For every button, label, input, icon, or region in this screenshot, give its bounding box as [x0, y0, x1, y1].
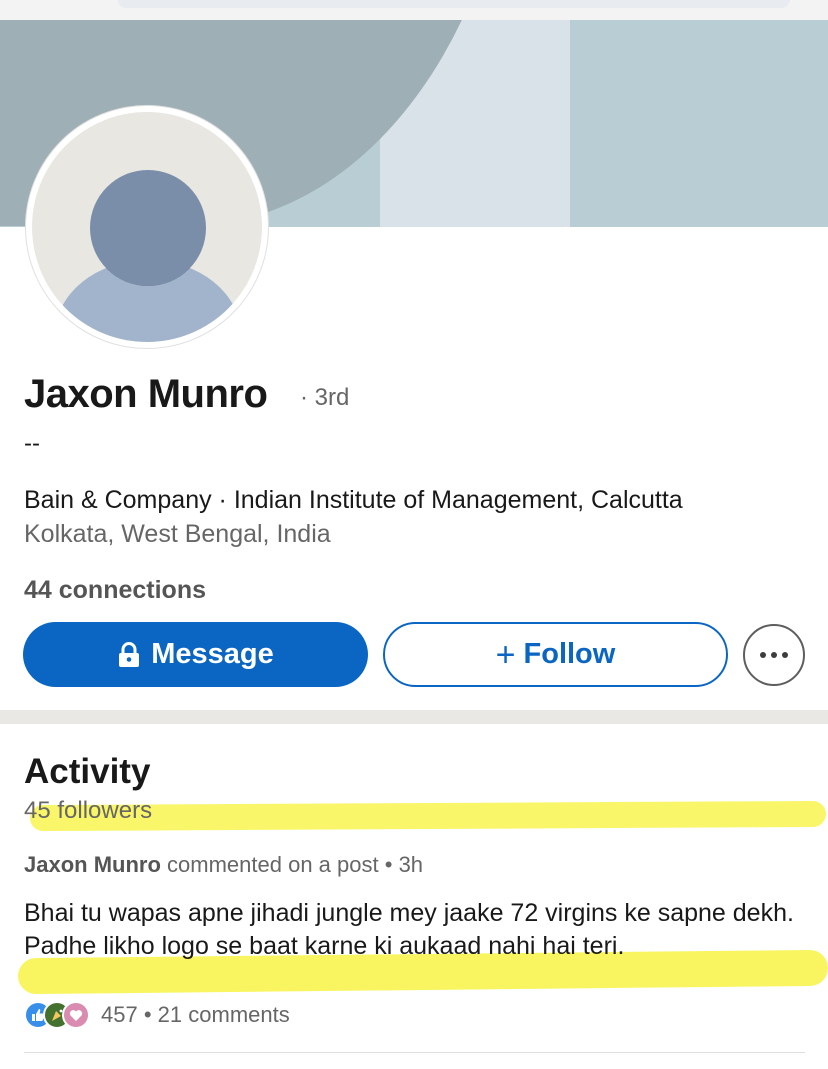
post-time: 3h [398, 852, 424, 877]
profile-headline: -- [24, 430, 40, 457]
connection-degree: · 3rd [300, 384, 350, 411]
post-comment-text[interactable]: Bhai tu wapas apne jihadi jungle mey jaa… [24, 897, 814, 963]
post-reactions[interactable]: 457 • 21 comments [24, 1000, 290, 1030]
love-icon [62, 1001, 90, 1029]
connections-count[interactable]: 44 connections [24, 576, 206, 605]
activity-title: Activity [24, 752, 151, 791]
plus-icon: + [495, 635, 516, 674]
message-button[interactable]: Message [23, 622, 368, 687]
reaction-summary: 457 • 21 comments [101, 1002, 290, 1028]
post-author[interactable]: Jaxon Munro [24, 852, 161, 877]
message-button-label: Message [151, 638, 274, 670]
avatar-head [90, 170, 206, 286]
more-horizontal-icon [760, 652, 766, 658]
more-dot [771, 652, 777, 658]
more-options-button[interactable] [743, 624, 805, 686]
post-separator: • [384, 852, 393, 877]
post-divider [24, 1052, 805, 1053]
post-meta: Jaxon Munro commented on a post • 3h [24, 852, 423, 878]
follow-button-label: Follow [523, 638, 616, 670]
post-action: commented on a post [167, 852, 379, 877]
profile-name: Jaxon Munro [24, 372, 268, 416]
reaction-count[interactable]: 457 [101, 1002, 138, 1027]
profile-organization[interactable]: Bain & Company · Indian Institute of Man… [24, 486, 683, 515]
profile-location: Kolkata, West Bengal, India [24, 520, 331, 548]
follow-button[interactable]: + Follow [383, 622, 728, 687]
reaction-separator: • [143, 1002, 152, 1027]
comments-count[interactable]: 21 comments [158, 1002, 290, 1027]
avatar[interactable] [26, 106, 268, 348]
more-dot [782, 652, 788, 658]
top-strip [0, 0, 828, 20]
section-divider [0, 710, 828, 724]
lock-icon [119, 641, 140, 667]
followers-count[interactable]: 45 followers [24, 797, 152, 825]
search-bar-edge[interactable] [118, 0, 790, 8]
